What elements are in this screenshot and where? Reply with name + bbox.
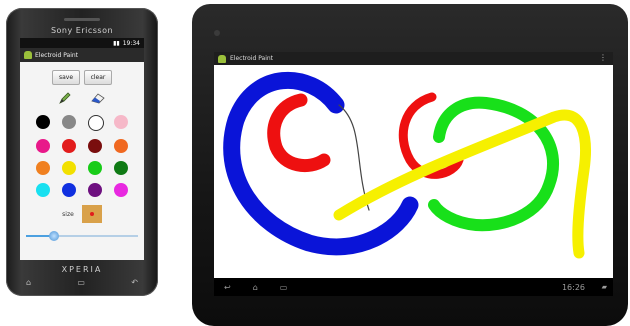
phone-status-bar: ▮▮ 19:34 bbox=[20, 38, 144, 48]
drawing-canvas[interactable] bbox=[214, 65, 613, 278]
color-swatch[interactable] bbox=[114, 183, 128, 197]
clear-button[interactable]: clear bbox=[84, 70, 112, 85]
color-swatch[interactable] bbox=[36, 183, 50, 197]
back-key-icon[interactable]: ↶ bbox=[131, 278, 138, 287]
phone-app-titlebar: Electroid Paint bbox=[20, 48, 144, 62]
color-swatch[interactable] bbox=[88, 183, 102, 197]
home-key-icon[interactable]: ⌂ bbox=[26, 278, 31, 287]
phone-button-row: save clear bbox=[20, 70, 144, 85]
phone-app-title: Electroid Paint bbox=[35, 51, 79, 59]
recent-apps-icon[interactable]: ▭ bbox=[280, 283, 288, 292]
android-app-icon bbox=[24, 51, 32, 59]
slider-thumb[interactable] bbox=[49, 231, 59, 241]
brush-size-row: size bbox=[20, 205, 144, 223]
eraser-icon[interactable] bbox=[90, 91, 106, 105]
phone-tool-row bbox=[20, 91, 144, 105]
phone-brand-label: Sony Ericsson bbox=[50, 26, 114, 35]
android-app-icon bbox=[218, 54, 226, 63]
color-swatch[interactable] bbox=[88, 139, 102, 153]
signal-icon: ▮▮ bbox=[113, 39, 120, 47]
phone-model-logo: XPERIA bbox=[61, 265, 103, 274]
phone-speaker bbox=[64, 18, 100, 21]
brush-preview-dot bbox=[89, 212, 94, 216]
phone-status-time: 19:34 bbox=[122, 39, 140, 47]
tablet-camera bbox=[214, 30, 220, 36]
color-swatch[interactable] bbox=[88, 115, 104, 131]
overflow-menu-icon[interactable]: ⋮ bbox=[599, 53, 607, 62]
color-swatch[interactable] bbox=[114, 139, 128, 153]
brush-preview bbox=[81, 205, 102, 223]
phone-device: Sony Ericsson ▮▮ 19:34 Electroid Paint s… bbox=[6, 8, 158, 296]
wifi-battery-icon: ▰ bbox=[601, 283, 607, 291]
phone-hardware-keys: ⌂ ▭ ↶ bbox=[26, 278, 138, 287]
tablet-screen: Electroid Paint ⋮ ↩ ⌂ ▭ 16:26 ▰ bbox=[214, 52, 613, 296]
home-icon[interactable]: ⌂ bbox=[253, 283, 258, 292]
tablet-system-bar: ↩ ⌂ ▭ 16:26 ▰ bbox=[214, 278, 613, 296]
color-swatch[interactable] bbox=[88, 161, 102, 175]
color-swatch[interactable] bbox=[114, 115, 128, 129]
tablet-clock: 16:26 bbox=[561, 282, 585, 292]
menu-key-icon[interactable]: ▭ bbox=[77, 278, 85, 287]
tablet-nav-buttons: ↩ ⌂ ▭ bbox=[224, 283, 287, 292]
color-swatch[interactable] bbox=[62, 139, 76, 153]
phone-screen: ▮▮ 19:34 Electroid Paint save clear size bbox=[20, 38, 144, 260]
save-button[interactable]: save bbox=[52, 70, 80, 85]
pen-icon[interactable] bbox=[58, 91, 72, 105]
color-swatch[interactable] bbox=[36, 161, 50, 175]
color-swatch[interactable] bbox=[62, 115, 76, 129]
color-swatch[interactable] bbox=[62, 183, 76, 197]
color-swatch[interactable] bbox=[36, 115, 50, 129]
brush-size-label: size bbox=[62, 210, 74, 218]
back-icon[interactable]: ↩ bbox=[224, 283, 231, 292]
stroke-red-1 bbox=[267, 93, 331, 173]
color-swatch[interactable] bbox=[62, 161, 76, 175]
tablet-app-titlebar: Electroid Paint ⋮ bbox=[214, 52, 613, 65]
color-swatch[interactable] bbox=[114, 161, 128, 175]
tablet-app-title: Electroid Paint bbox=[230, 55, 274, 62]
color-palette bbox=[20, 115, 144, 197]
brush-size-slider[interactable] bbox=[26, 231, 138, 241]
color-swatch[interactable] bbox=[36, 139, 50, 153]
